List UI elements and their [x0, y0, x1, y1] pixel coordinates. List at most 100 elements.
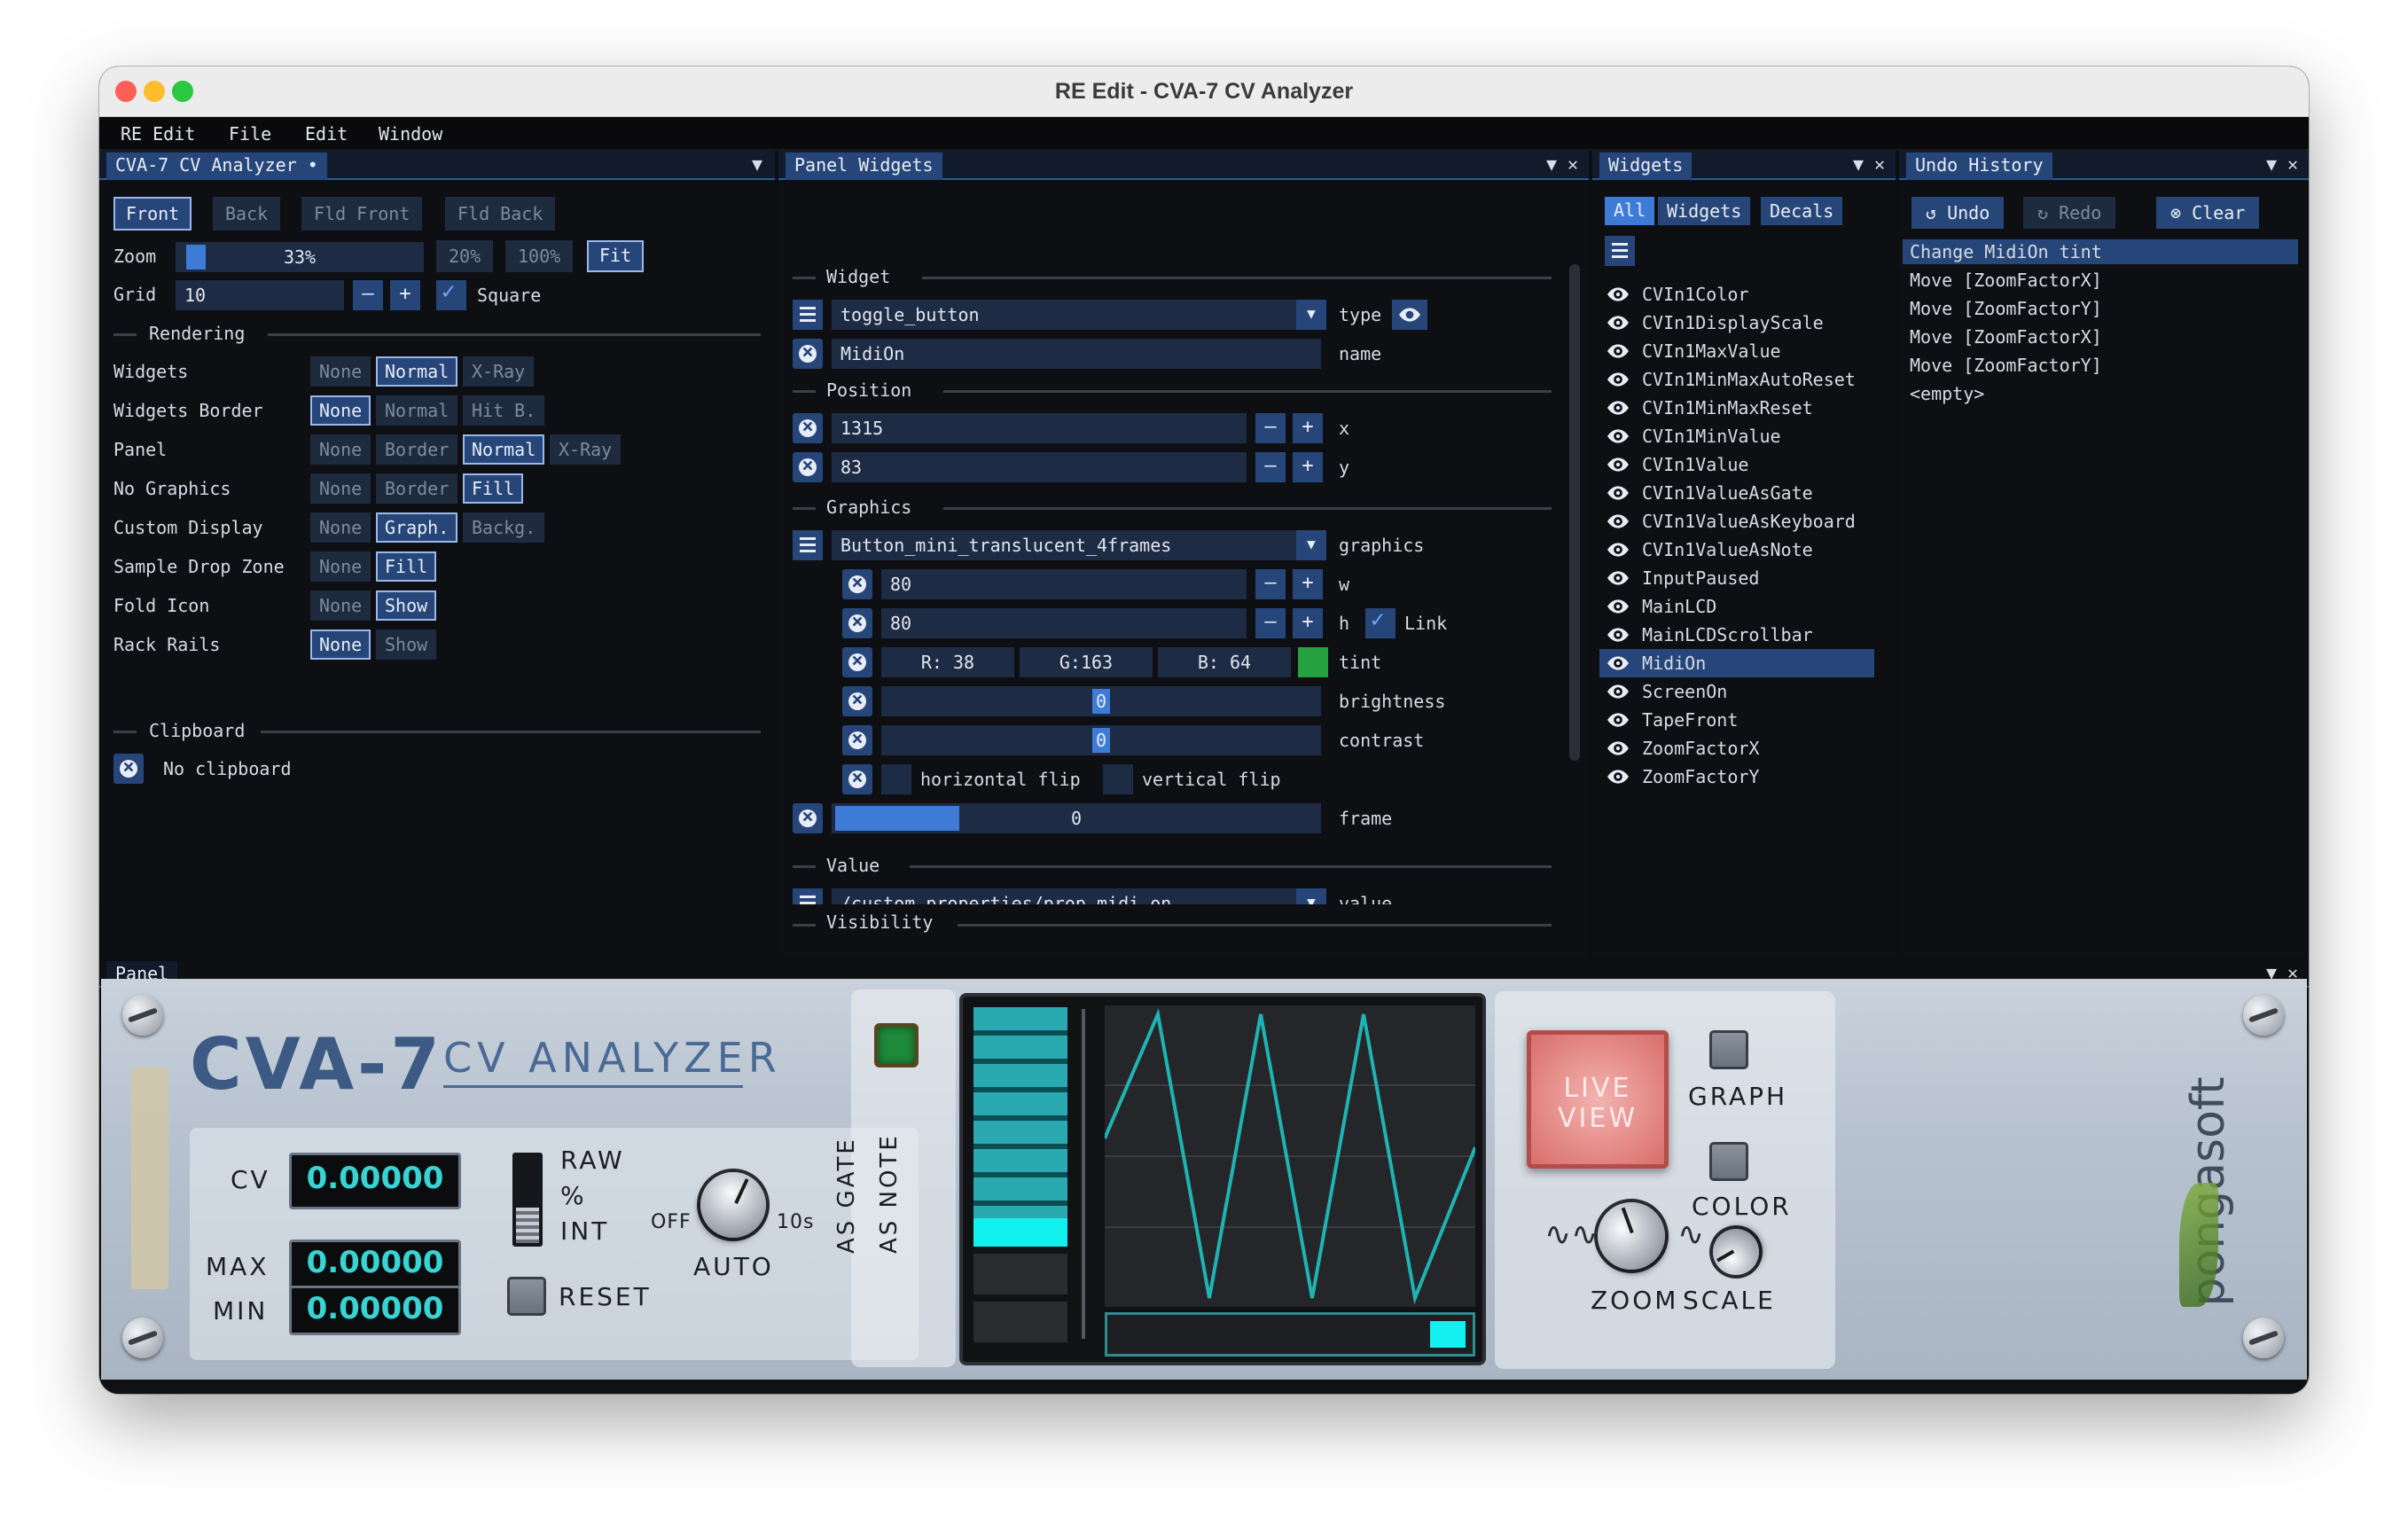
rendering-option-button[interactable]: None — [310, 356, 371, 387]
lcd-scrollbar-thumb[interactable] — [1430, 1321, 1466, 1348]
x-decrement-button[interactable]: – — [1255, 413, 1286, 443]
tint-g-input[interactable]: G:163 — [1020, 647, 1153, 677]
widget-list-item[interactable]: MidiOn — [1599, 649, 1874, 677]
filter-all-button[interactable]: All — [1605, 197, 1655, 225]
raw-pct-int-switch[interactable] — [512, 1153, 543, 1247]
h-increment-button[interactable]: + — [1293, 608, 1323, 638]
frame-slider[interactable]: 0 — [832, 803, 1321, 833]
eye-icon[interactable] — [1607, 481, 1630, 504]
reset-button[interactable] — [507, 1277, 546, 1316]
filter-decals-button[interactable]: Decals — [1761, 197, 1843, 225]
vertical-flip-checkbox[interactable] — [1103, 764, 1133, 794]
link-checkbox[interactable]: ✓ — [1365, 606, 1396, 638]
rendering-option-button[interactable]: Graph. — [376, 512, 458, 543]
filter-widgets-button[interactable]: Widgets — [1658, 197, 1751, 225]
grid-increment-button[interactable]: + — [390, 280, 420, 310]
reset-x-button[interactable] — [793, 413, 823, 443]
x-increment-button[interactable]: + — [1293, 413, 1323, 443]
view-front-button[interactable]: Front — [113, 197, 192, 231]
widget-list-item[interactable]: CVIn1ValueAsGate — [1599, 479, 1874, 507]
clear-clipboard-button[interactable] — [113, 754, 144, 784]
widget-list-item[interactable]: CVIn1Value — [1599, 450, 1874, 479]
eye-icon[interactable] — [1607, 737, 1630, 760]
color-toggle[interactable] — [1709, 1142, 1748, 1181]
zoom-slider[interactable]: 33% — [176, 242, 424, 272]
eye-icon[interactable] — [1607, 453, 1630, 476]
rendering-option-button[interactable]: Border — [376, 434, 458, 465]
tint-b-input[interactable]: B: 64 — [1158, 647, 1291, 677]
filter-icon[interactable]: ▼ — [1546, 153, 1557, 175]
eye-icon[interactable] — [1607, 311, 1630, 334]
chevron-down-icon[interactable]: ▼ — [1296, 530, 1326, 560]
h-decrement-button[interactable]: – — [1255, 608, 1286, 638]
eye-icon[interactable] — [1607, 283, 1630, 306]
midi-on-button[interactable] — [874, 1023, 919, 1068]
value-menu-button[interactable] — [793, 888, 823, 904]
rendering-option-button[interactable]: None — [310, 551, 371, 582]
tint-r-input[interactable]: R: 38 — [881, 647, 1014, 677]
reset-y-button[interactable] — [793, 452, 823, 482]
widget-list-item[interactable]: TapeFront — [1599, 706, 1874, 734]
undo-history-entry[interactable]: Move [ZoomFactorX] — [1903, 268, 2109, 293]
menu-file[interactable]: File — [229, 123, 271, 145]
eye-icon[interactable] — [1607, 680, 1630, 703]
graphics-dropdown[interactable]: Button_mini_translucent_4frames — [832, 530, 1321, 560]
name-input[interactable]: MidiOn — [832, 339, 1321, 369]
view-back-button[interactable]: Back — [213, 197, 281, 231]
eye-icon[interactable] — [1607, 510, 1630, 533]
rendering-option-button[interactable]: Hit B. — [463, 395, 545, 426]
eye-icon[interactable] — [1607, 567, 1630, 590]
rendering-option-button[interactable]: Backg. — [463, 512, 545, 543]
undo-history-entry[interactable]: Move [ZoomFactorX] — [1903, 325, 2109, 349]
widget-list-item[interactable]: CVIn1MinMaxAutoReset — [1599, 365, 1874, 394]
undo-history-entry[interactable]: Move [ZoomFactorY] — [1903, 296, 2109, 321]
h-input[interactable]: 80 — [881, 608, 1247, 638]
reset-contrast-button[interactable] — [842, 725, 872, 755]
reset-flip-button[interactable] — [842, 764, 872, 794]
w-decrement-button[interactable]: – — [1255, 569, 1286, 599]
zoom-20-button[interactable]: 20% — [436, 240, 494, 272]
collapse-icon[interactable]: ▼ — [752, 153, 762, 175]
filter-icon[interactable]: ▼ — [1853, 153, 1864, 175]
undo-history-entry[interactable]: Change MidiOn tint — [1903, 239, 2298, 264]
grid-decrement-button[interactable]: – — [353, 280, 383, 310]
widget-list-item[interactable]: CVIn1MinValue — [1599, 422, 1874, 450]
widget-list-item[interactable]: ZoomFactorY — [1599, 762, 1874, 791]
eye-icon[interactable] — [1607, 368, 1630, 391]
value-dropdown[interactable]: /custom_properties/prop_midi_on — [832, 888, 1321, 904]
rendering-option-button[interactable]: Normal — [463, 434, 545, 465]
widget-list-item[interactable]: MainLCDScrollbar — [1599, 621, 1874, 649]
x-input[interactable]: 1315 — [832, 413, 1247, 443]
tint-color-swatch[interactable] — [1298, 647, 1328, 677]
close-icon[interactable]: ✕ — [1568, 153, 1578, 175]
menu-window[interactable]: Window — [379, 123, 442, 145]
reset-name-button[interactable] — [793, 339, 823, 369]
tab-device[interactable]: CVA-7 CV Analyzer • — [106, 152, 327, 180]
reset-h-button[interactable] — [842, 608, 872, 638]
widget-list-item[interactable]: CVIn1MaxValue — [1599, 337, 1874, 365]
close-icon[interactable]: ✕ — [2287, 153, 2298, 175]
brightness-slider[interactable]: 0 — [881, 686, 1321, 716]
rendering-option-button[interactable]: X-Ray — [550, 434, 622, 465]
zoom-fit-button[interactable]: Fit — [587, 240, 645, 272]
reset-tint-button[interactable] — [842, 647, 872, 677]
w-increment-button[interactable]: + — [1293, 569, 1323, 599]
undo-history-entry[interactable]: <empty> — [1903, 381, 1991, 406]
show-type-button[interactable] — [1392, 300, 1427, 330]
rendering-option-button[interactable]: Normal — [376, 356, 458, 387]
eye-icon[interactable] — [1607, 340, 1630, 363]
zoom-100-button[interactable]: 100% — [505, 240, 574, 272]
widget-list-item[interactable]: ZoomFactorX — [1599, 734, 1874, 762]
contrast-value[interactable]: 0 — [1092, 728, 1110, 753]
contrast-slider[interactable]: 0 — [881, 725, 1321, 755]
menu-edit[interactable]: Edit — [305, 123, 348, 145]
y-decrement-button[interactable]: – — [1255, 452, 1286, 482]
rendering-option-button[interactable]: Show — [376, 590, 437, 621]
horizontal-flip-checkbox[interactable] — [881, 764, 911, 794]
y-increment-button[interactable]: + — [1293, 452, 1323, 482]
graph-toggle[interactable] — [1709, 1030, 1748, 1069]
graphics-menu-button[interactable] — [793, 530, 823, 560]
widget-list-item[interactable]: InputPaused — [1599, 564, 1874, 592]
rendering-option-button[interactable]: Normal — [376, 395, 458, 426]
widget-list-item[interactable]: MainLCD — [1599, 592, 1874, 621]
